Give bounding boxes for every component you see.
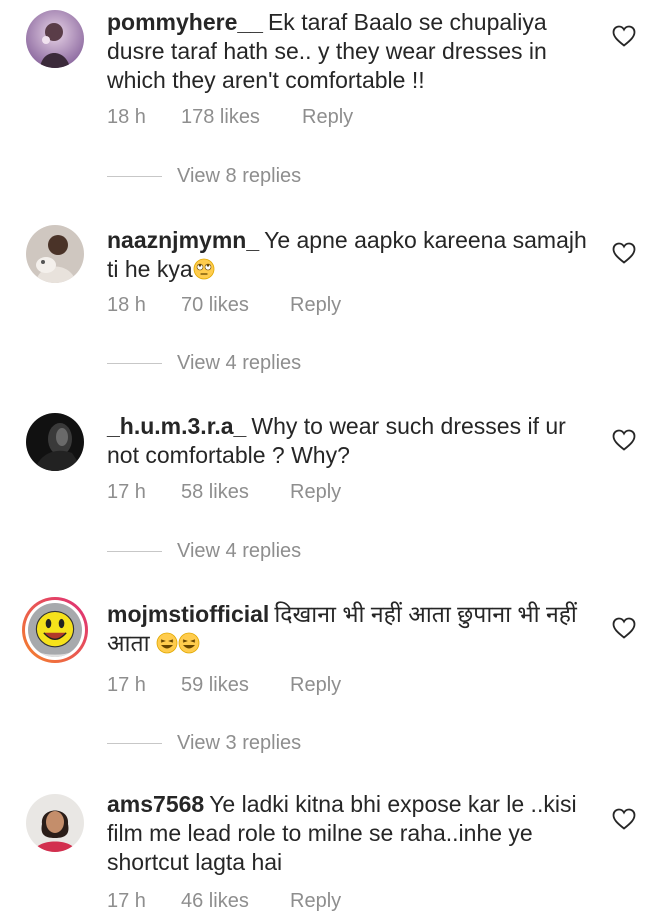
divider-line [107, 743, 162, 745]
rolling-eyes-emoji-icon [193, 258, 215, 280]
view-replies-label[interactable]: View 8 replies [177, 165, 301, 187]
divider-line [107, 363, 162, 365]
like-heart-icon[interactable] [612, 429, 636, 451]
comment-time: 17 h [107, 890, 146, 912]
comment-likes[interactable]: 59 likes [181, 674, 290, 697]
comment-meta: 17 h 59 likes Reply [107, 674, 341, 697]
comment-time: 17 h [107, 674, 146, 696]
view-replies-label[interactable]: View 4 replies [177, 540, 301, 562]
view-replies-button[interactable]: View 4 replies [107, 540, 301, 563]
avatar[interactable] [26, 225, 84, 283]
comment-likes[interactable]: 58 likes [181, 481, 290, 504]
divider-line [107, 176, 162, 178]
like-heart-icon[interactable] [612, 808, 636, 830]
comment-likes[interactable]: 178 likes [181, 106, 302, 129]
view-replies-button[interactable]: View 8 replies [107, 165, 301, 188]
avatar[interactable] [22, 597, 88, 663]
avatar-photo-icon [26, 10, 84, 68]
view-replies-label[interactable]: View 3 replies [177, 732, 301, 754]
avatar[interactable] [26, 10, 84, 68]
avatar-photo-icon [26, 413, 84, 471]
comment-username[interactable]: pommyhere__ [107, 9, 263, 35]
avatar[interactable] [26, 413, 84, 471]
avatar-photo-icon [26, 225, 84, 283]
comment-meta: 17 h 46 likes Reply [107, 890, 341, 913]
comment-time: 18 h [107, 106, 146, 128]
comment-username[interactable]: ams7568 [107, 791, 204, 817]
comment-text: pommyhere__ Ek taraf Baalo se chupaliya d… [107, 8, 597, 95]
comment-meta: 18 h 178 likes Reply [107, 106, 353, 129]
like-heart-icon[interactable] [612, 25, 636, 47]
comment-text: _h.u.m.3.r.a_ Why to wear such dresses if… [107, 412, 597, 470]
comment-text: naaznjmymn_ Ye apne aapko kareena samajh … [107, 226, 597, 284]
comment-text: ams7568 Ye ladki kitna bhi expose kar le … [107, 790, 597, 877]
smiley-avatar-icon [28, 603, 82, 657]
view-replies-button[interactable]: View 4 replies [107, 352, 301, 375]
reply-button[interactable]: Reply [290, 294, 341, 317]
divider-line [107, 551, 162, 553]
view-replies-label[interactable]: View 4 replies [177, 352, 301, 374]
reply-button[interactable]: Reply [290, 674, 341, 697]
comment-meta: 18 h 70 likes Reply [107, 294, 341, 317]
reply-button[interactable]: Reply [302, 106, 353, 129]
like-heart-icon[interactable] [612, 242, 636, 264]
comment-likes[interactable]: 70 likes [181, 294, 290, 317]
reply-button[interactable]: Reply [290, 890, 341, 913]
comment-text: mojmstiofficial दिखाना भी नहीं आता छुपाना… [107, 600, 597, 658]
comment-meta: 17 h 58 likes Reply [107, 481, 341, 504]
laughing-emoji-icon [178, 632, 200, 654]
comment-time: 18 h [107, 294, 146, 316]
comment-username[interactable]: naaznjmymn_ [107, 227, 259, 253]
reply-button[interactable]: Reply [290, 481, 341, 504]
comment-likes[interactable]: 46 likes [181, 890, 290, 913]
view-replies-button[interactable]: View 3 replies [107, 732, 301, 755]
comment-time: 17 h [107, 481, 146, 503]
laughing-emoji-icon [156, 632, 178, 654]
comment-username[interactable]: mojmstiofficial [107, 601, 269, 627]
avatar[interactable] [26, 794, 84, 852]
comment-username[interactable]: _h.u.m.3.r.a_ [107, 413, 246, 439]
avatar-photo-icon [26, 794, 84, 852]
like-heart-icon[interactable] [612, 617, 636, 639]
